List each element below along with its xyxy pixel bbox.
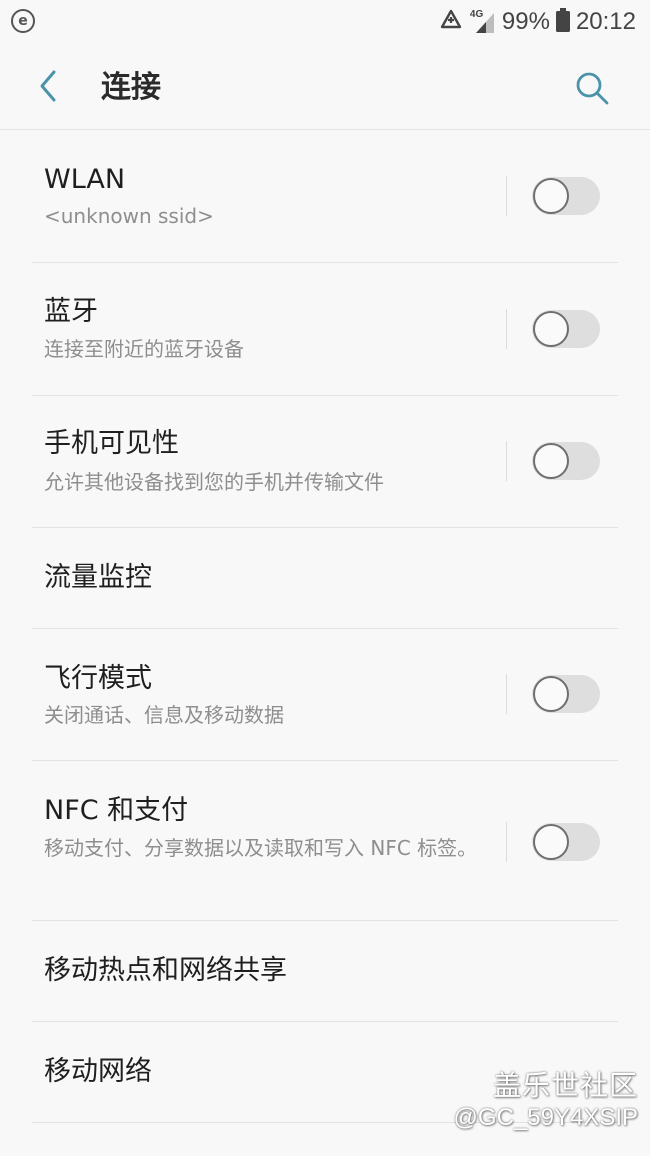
clock: 20:12	[575, 8, 636, 35]
toggle-knob	[533, 311, 569, 347]
row-divider	[506, 441, 507, 481]
phone-visibility-toggle[interactable]	[532, 442, 600, 480]
list-item-title: 移动热点和网络共享	[44, 955, 287, 986]
row-divider	[506, 674, 507, 714]
list-item-subtitle: <unknown ssid>	[44, 204, 214, 228]
watermark-username: @GC_59Y4XSIP	[453, 1104, 638, 1131]
list-item-title: WLAN	[44, 164, 126, 195]
chevron-left-icon	[40, 70, 56, 102]
list-item-title: 手机可见性	[44, 428, 179, 459]
search-icon	[576, 72, 609, 105]
list-item-subtitle: 移动支付、分享数据以及读取和写入 NFC 标签。	[44, 836, 478, 860]
list-item-nfc-payment[interactable]: NFC 和支付 移动支付、分享数据以及读取和写入 NFC 标签。	[32, 761, 618, 921]
list-item-wlan[interactable]: WLAN <unknown ssid>	[32, 130, 618, 263]
list-item-subtitle: 关闭通话、信息及移动数据	[44, 703, 284, 727]
list-item-title: 移动网络	[44, 1056, 152, 1087]
list-item-subtitle: 连接至附近的蓝牙设备	[44, 337, 244, 361]
list-item-phone-visibility[interactable]: 手机可见性 允许其他设备找到您的手机并传输文件	[32, 396, 618, 528]
airplane-mode-toggle[interactable]	[532, 675, 600, 713]
list-item-subtitle: 允许其他设备找到您的手机并传输文件	[44, 470, 384, 494]
watermark-brand: 盖乐世社区	[492, 1070, 638, 1101]
battery-icon	[555, 8, 570, 36]
list-item-airplane-mode[interactable]: 飞行模式 关闭通话、信息及移动数据	[32, 629, 618, 761]
list-item-bluetooth[interactable]: 蓝牙 连接至附近的蓝牙设备	[32, 263, 618, 396]
wlan-toggle[interactable]	[532, 177, 600, 215]
bluetooth-toggle[interactable]	[532, 310, 600, 348]
toggle-knob	[533, 824, 569, 860]
notification-e-icon: e	[11, 9, 35, 33]
list-item-hotspot-tethering[interactable]: 移动热点和网络共享	[32, 921, 618, 1022]
page-title: 连接	[101, 70, 161, 105]
search-button[interactable]	[570, 66, 614, 110]
battery-percentage: 99%	[501, 8, 550, 35]
nfc-toggle[interactable]	[532, 823, 600, 861]
list-item-data-usage[interactable]: 流量监控	[32, 528, 618, 629]
back-button[interactable]	[28, 66, 68, 106]
signal-4g-icon: 4G	[470, 9, 496, 35]
status-indicators: 4G 99% 20:12	[438, 6, 636, 38]
list-item-title: 蓝牙	[44, 296, 98, 327]
list-item-title: NFC 和支付	[44, 795, 189, 826]
list-item-title: 飞行模式	[44, 663, 152, 694]
app-bar: 连接	[0, 44, 650, 130]
row-divider	[506, 309, 507, 349]
row-divider	[506, 176, 507, 216]
list-item-title: 流量监控	[44, 562, 152, 593]
toggle-knob	[533, 178, 569, 214]
status-bar: e 4G 99% 20:12	[0, 0, 650, 44]
row-divider	[506, 822, 507, 862]
toggle-knob	[533, 676, 569, 712]
toggle-knob	[533, 443, 569, 479]
data-saver-icon	[438, 8, 464, 36]
